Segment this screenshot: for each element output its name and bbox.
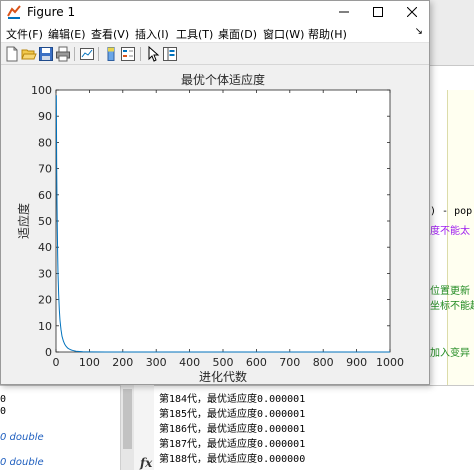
workspace-value: 0	[0, 394, 7, 405]
y-tick-label: 90	[38, 110, 52, 123]
code-line[interactable]: 坐标不能超	[430, 297, 474, 312]
toolbar-separator	[98, 47, 99, 61]
console-output-line: 第185代，最优适应度0.000001	[159, 409, 306, 420]
code-line[interactable]: 位置更新	[430, 282, 474, 297]
x-tick-label: 900	[346, 356, 367, 369]
code-line[interactable]: 加入变异	[430, 344, 474, 359]
chart-svg[interactable]: 最优个体适应度 0 100 200 300 400 500 600 700 800 900 1000…	[1, 66, 429, 384]
scrollbar-thumb[interactable]	[123, 389, 132, 449]
menu-file[interactable]: 文件(F)	[6, 26, 43, 42]
plot-area: 最优个体适应度 0 100 200 300 400 500 600 700 800 900 1000…	[1, 66, 429, 384]
print-icon[interactable]	[55, 46, 71, 62]
select-arrow-icon[interactable]	[145, 46, 161, 62]
x-tick-label: 600	[246, 356, 267, 369]
x-tick-label: 400	[179, 356, 200, 369]
window-title: Figure 1	[27, 5, 76, 19]
workspace-type: 0 double	[0, 457, 44, 468]
chart-title: 最优个体适应度	[181, 72, 265, 87]
y-tick-label: 70	[38, 163, 52, 176]
console-output-line: 第186代，最优适应度0.000001	[159, 424, 306, 435]
console-output-line: 第184代，最优适应度0.000001	[159, 394, 306, 405]
menu-insert[interactable]: 插入(I)	[135, 26, 169, 42]
x-axis-label: 进化代数	[199, 369, 247, 384]
menu-edit[interactable]: 编辑(E)	[48, 26, 86, 42]
code-line[interactable]: 度不能太	[430, 222, 474, 237]
axes-box[interactable]	[55, 89, 391, 353]
insert-colorbar-icon[interactable]	[103, 46, 119, 62]
menu-tools[interactable]: 工具(T)	[176, 26, 213, 42]
open-file-icon[interactable]	[21, 46, 37, 62]
x-tick-label: 1000	[376, 356, 404, 369]
menu-bar: 文件(F) 编辑(E) 查看(V) 插入(I) 工具(T) 桌面(D) 窗口(W…	[1, 23, 429, 43]
close-icon	[407, 7, 417, 17]
y-axis-label: 适应度	[16, 203, 31, 239]
y-tick-label: 80	[38, 136, 52, 149]
y-tick-label: 0	[45, 346, 52, 359]
x-tick-label: 800	[313, 356, 334, 369]
code-line[interactable]: ) - pop	[430, 206, 474, 217]
workspace-panel: 0 0 0 double 0 double	[0, 385, 120, 470]
editor-toolbar	[429, 0, 474, 66]
editor-highlight-strip	[447, 90, 474, 385]
workspace-value: 0	[0, 406, 7, 417]
x-tick-label: 700	[279, 356, 300, 369]
menu-desktop[interactable]: 桌面(D)	[218, 26, 257, 42]
minimize-button[interactable]	[327, 1, 361, 23]
workspace-type: 0 double	[0, 432, 44, 443]
x-tick-label: 100	[79, 356, 100, 369]
console-output-line: 第188代，最优适应度0.000000	[159, 454, 306, 465]
insert-legend-icon[interactable]	[120, 46, 136, 62]
x-tick-label: 300	[146, 356, 167, 369]
title-bar[interactable]: Figure 1	[1, 1, 429, 23]
close-button[interactable]	[395, 1, 429, 23]
figure-window: Figure 1 文件(F) 编辑(E) 查看(V) 插入(I) 工具(T) 桌…	[0, 0, 430, 385]
workspace-scrollbar[interactable]	[120, 385, 134, 470]
console-output-line: 第187代，最优适应度0.000001	[159, 439, 306, 450]
menu-help[interactable]: 帮助(H)	[308, 26, 347, 42]
matlab-figure-icon	[7, 5, 21, 19]
link-plot-icon[interactable]	[79, 46, 95, 62]
y-tick-label: 60	[38, 189, 52, 202]
y-tick-label: 100	[31, 84, 52, 97]
editor-panel	[428, 0, 474, 385]
property-editor-icon[interactable]	[162, 46, 178, 62]
maximize-icon	[373, 7, 383, 17]
y-tick-label: 10	[38, 320, 52, 333]
x-tick-label: 500	[213, 356, 234, 369]
x-tick-label: 0	[53, 356, 60, 369]
x-tick-label: 200	[112, 356, 133, 369]
save-icon[interactable]	[38, 46, 54, 62]
menu-overflow-icon[interactable]: ↘	[415, 26, 423, 37]
figure-toolbar	[1, 43, 429, 65]
toolbar-separator	[140, 47, 141, 61]
new-figure-icon[interactable]	[4, 46, 20, 62]
maximize-button[interactable]	[361, 1, 395, 23]
y-tick-label: 50	[38, 215, 52, 228]
y-tick-label: 40	[38, 241, 52, 254]
menu-view[interactable]: 查看(V)	[91, 26, 129, 42]
minimize-icon	[339, 11, 349, 13]
function-browser-icon[interactable]: fx	[140, 456, 152, 470]
menu-window[interactable]: 窗口(W)	[263, 26, 304, 42]
y-tick-label: 30	[38, 267, 52, 280]
toolbar-separator	[74, 47, 75, 61]
y-tick-label: 20	[38, 294, 52, 307]
